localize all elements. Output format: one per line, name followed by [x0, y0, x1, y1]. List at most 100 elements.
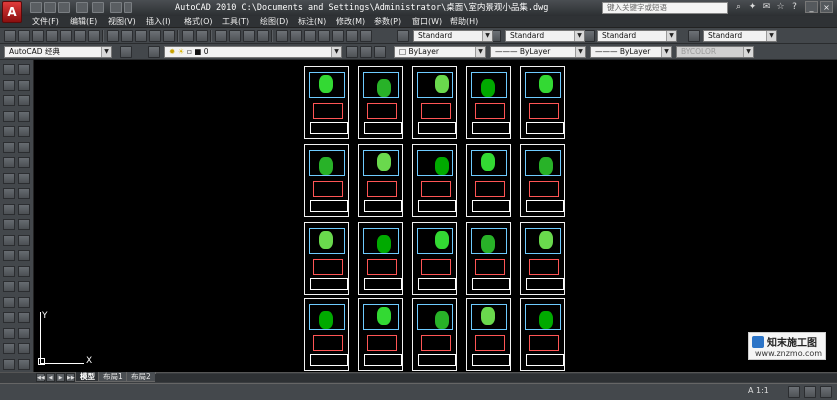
drawing-sheet-thumbnail[interactable] [412, 144, 457, 217]
quick-access-dropdown-icon[interactable] [124, 2, 132, 13]
menu-parametric[interactable]: 参数(P) [374, 16, 401, 28]
menu-tools[interactable]: 工具(T) [222, 16, 249, 28]
stretch-icon[interactable] [18, 188, 30, 199]
menu-insert[interactable]: 插入(I) [146, 16, 171, 28]
rectangle-icon[interactable] [3, 126, 15, 137]
save-icon[interactable] [32, 30, 44, 42]
drawing-sheet-thumbnail[interactable] [304, 66, 349, 139]
properties-panel-icon[interactable] [18, 358, 30, 370]
text-style-select[interactable]: Standard ▼ [413, 30, 493, 42]
zoom-window-icon[interactable] [243, 30, 255, 42]
hatch-icon[interactable] [3, 281, 15, 292]
markup-icon[interactable] [332, 30, 344, 42]
array-icon[interactable] [18, 126, 30, 137]
construction-line-icon[interactable] [3, 79, 15, 91]
polyline-icon[interactable] [3, 95, 15, 106]
layer-states-icon[interactable] [374, 46, 386, 58]
menu-modify[interactable]: 修改(M) [336, 16, 365, 28]
menu-format[interactable]: 格式(O) [184, 16, 213, 28]
design-center-icon[interactable] [290, 30, 302, 42]
drawing-sheet-thumbnail[interactable] [358, 298, 403, 371]
drawing-sheet-thumbnail[interactable] [520, 222, 565, 295]
copy-icon[interactable] [121, 30, 133, 42]
drawing-sheet-thumbnail[interactable] [520, 298, 565, 371]
linetype-select[interactable]: ——— ByLayer ▼ [490, 46, 586, 58]
drawing-sheet-thumbnail[interactable] [358, 66, 403, 139]
drawing-sheet-thumbnail[interactable] [520, 144, 565, 217]
search-icon[interactable]: ⌕ [733, 2, 744, 13]
first-tab-icon[interactable]: ◀◀ [36, 373, 45, 382]
drawing-sheet-thumbnail[interactable] [466, 222, 511, 295]
chamfer-icon[interactable] [18, 281, 30, 292]
tab-model[interactable]: 模型 [75, 372, 100, 382]
pan-icon[interactable] [215, 30, 227, 42]
table-icon[interactable] [3, 327, 15, 339]
drawing-sheet-thumbnail[interactable] [412, 222, 457, 295]
polygon-icon[interactable] [3, 110, 15, 122]
mirror-icon[interactable] [18, 95, 30, 106]
fillet-icon[interactable] [18, 296, 30, 308]
circle-icon[interactable] [3, 157, 15, 168]
paste-icon[interactable] [135, 30, 147, 42]
lineweight-select[interactable]: ——— ByLayer ▼ [590, 46, 672, 58]
drawing-sheet-thumbnail[interactable] [304, 298, 349, 371]
trim-icon[interactable] [18, 203, 30, 215]
add-selected-icon[interactable] [3, 358, 15, 370]
break-at-point-icon[interactable] [18, 234, 30, 246]
make-block-icon[interactable] [3, 250, 15, 261]
menu-edit[interactable]: 编辑(E) [70, 16, 97, 28]
tab-layout2[interactable]: 布局2 [126, 372, 156, 382]
match-icon[interactable] [18, 327, 30, 339]
sheet-set-icon[interactable] [318, 30, 330, 42]
erase-icon[interactable] [18, 64, 30, 75]
move-icon[interactable] [18, 141, 30, 153]
extend-icon[interactable] [18, 219, 30, 230]
workspace-select[interactable]: AutoCAD 经典 ▼ [4, 46, 112, 58]
drawing-sheet-thumbnail[interactable] [466, 298, 511, 371]
publish-icon[interactable] [74, 30, 86, 42]
revision-cloud-icon[interactable] [3, 172, 15, 184]
multileader-style-icon[interactable] [688, 30, 700, 42]
zoom-realtime-icon[interactable] [229, 30, 241, 42]
zoom-previous-icon[interactable] [257, 30, 269, 42]
ellipse-arc-icon[interactable] [3, 219, 15, 230]
next-tab-icon[interactable]: ▶ [56, 373, 65, 382]
drawing-sheet-thumbnail[interactable] [358, 222, 403, 295]
plot-preview-icon[interactable] [60, 30, 72, 42]
layer-select[interactable]: ✹ ☀ ▫ ■ 0 ▼ [164, 46, 342, 58]
calculator-icon[interactable] [346, 30, 358, 42]
drawing-sheet-thumbnail[interactable] [520, 66, 565, 139]
table-style-select[interactable]: Standard ▼ [597, 30, 677, 42]
undo-icon[interactable] [182, 30, 194, 42]
menu-help[interactable]: 帮助(H) [450, 16, 478, 28]
annotation-visibility-icon[interactable] [788, 386, 800, 398]
drawing-sheet-thumbnail[interactable] [412, 298, 457, 371]
horizontal-scrollbar[interactable] [155, 374, 837, 382]
help-icon[interactable] [360, 30, 372, 42]
menu-draw[interactable]: 绘图(D) [260, 16, 288, 28]
explode-icon[interactable] [18, 312, 30, 323]
plot-icon[interactable] [46, 30, 58, 42]
scale-icon[interactable] [18, 172, 30, 184]
offset-icon[interactable] [18, 110, 30, 122]
spline-icon[interactable] [3, 188, 15, 199]
menu-file[interactable]: 文件(F) [32, 16, 59, 28]
prev-tab-icon[interactable]: ◀ [46, 373, 55, 382]
drawing-sheet-thumbnail[interactable] [412, 66, 457, 139]
subscription-center-icon[interactable]: ✦ [747, 2, 758, 13]
qnew-icon[interactable] [4, 30, 16, 42]
multiline-text-icon[interactable] [3, 343, 15, 354]
properties-icon[interactable] [276, 30, 288, 42]
menu-view[interactable]: 视图(V) [108, 16, 136, 28]
undo-icon[interactable] [76, 2, 88, 13]
annotation-scale[interactable]: A 1:1 [748, 385, 784, 397]
new-icon[interactable] [30, 2, 42, 13]
communication-center-icon[interactable]: ✉ [761, 2, 772, 13]
workspace-settings-icon[interactable] [120, 46, 132, 58]
workspace-switch-icon[interactable] [804, 386, 816, 398]
layer-previous-icon[interactable] [360, 46, 372, 58]
join-icon[interactable] [18, 265, 30, 277]
draworder-icon[interactable] [18, 343, 30, 354]
menu-dimension[interactable]: 标注(N) [298, 16, 326, 28]
rotate-icon[interactable] [18, 157, 30, 168]
